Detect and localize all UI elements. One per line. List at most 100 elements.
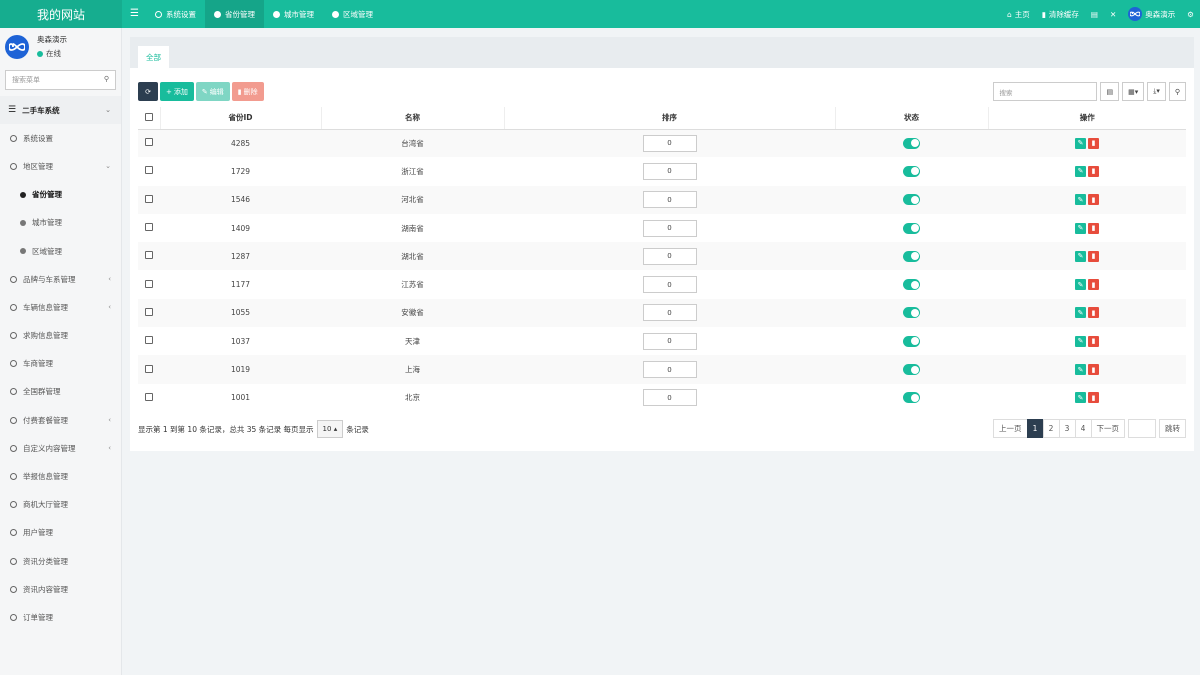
- delete-row-button[interactable]: ▮: [1088, 250, 1099, 262]
- page-button[interactable]: 3: [1058, 419, 1076, 438]
- table-search-input[interactable]: 搜索: [993, 82, 1098, 101]
- order-input[interactable]: 0: [642, 247, 697, 265]
- user-menu[interactable]: 奥森演示: [1128, 7, 1175, 21]
- columns-button[interactable]: ▦▾: [1122, 82, 1145, 101]
- delete-row-button[interactable]: ▮: [1088, 222, 1099, 234]
- sidebar-item-region[interactable]: 地区管理 ⌄: [0, 152, 121, 180]
- status-toggle[interactable]: [903, 279, 920, 291]
- edit-row-button[interactable]: ✎: [1075, 222, 1086, 234]
- toggle-view-button[interactable]: ▤: [1100, 82, 1120, 101]
- sidebar-item-business-hall[interactable]: 商机大厅管理: [0, 491, 121, 519]
- next-page-button[interactable]: 下一页: [1090, 419, 1125, 438]
- clear-cache-button[interactable]: ▮ 清除缓存: [1042, 9, 1079, 20]
- delete-button[interactable]: ▮ 删除: [231, 82, 264, 101]
- sidebar-item-city[interactable]: 城市管理: [0, 209, 121, 237]
- column-header[interactable]: 省份ID: [159, 107, 321, 130]
- row-checkbox[interactable]: [145, 251, 153, 260]
- status-toggle[interactable]: [903, 194, 920, 206]
- edit-row-button[interactable]: ✎: [1075, 194, 1086, 206]
- order-input[interactable]: 0: [642, 219, 697, 237]
- delete-row-button[interactable]: ▮: [1088, 165, 1099, 177]
- edit-row-button[interactable]: ✎: [1075, 279, 1086, 291]
- status-toggle[interactable]: [903, 250, 920, 262]
- page-button[interactable]: 4: [1074, 419, 1092, 438]
- sidebar-item-package[interactable]: 付费套餐管理 ‹: [0, 406, 121, 434]
- sidebar-item-district[interactable]: 区域管理: [0, 237, 121, 265]
- menu-search-input[interactable]: 搜索菜单 ⚲: [5, 70, 116, 90]
- page-button[interactable]: 1: [1026, 419, 1044, 438]
- home-link[interactable]: ⌂ 主页: [1007, 9, 1030, 20]
- edit-button[interactable]: ✎ 编辑: [195, 82, 230, 101]
- tab-province[interactable]: 省份管理: [205, 0, 264, 28]
- row-checkbox[interactable]: [145, 194, 153, 203]
- delete-row-button[interactable]: ▮: [1088, 279, 1099, 291]
- edit-row-button[interactable]: ✎: [1075, 165, 1086, 177]
- tab-system-settings[interactable]: 系统设置: [146, 0, 205, 28]
- order-input[interactable]: 0: [642, 389, 697, 407]
- fullscreen-button[interactable]: ✕: [1110, 10, 1116, 19]
- sidebar-item-province[interactable]: 省份管理: [0, 181, 121, 209]
- site-title[interactable]: 我的网站: [0, 0, 122, 28]
- tab-district[interactable]: 区域管理: [323, 0, 382, 28]
- delete-row-button[interactable]: ▮: [1088, 364, 1099, 376]
- sidebar-item-brand[interactable]: 品牌与车系管理 ‹: [0, 265, 121, 293]
- sidebar-item-system-settings[interactable]: 系统设置: [0, 124, 121, 152]
- jump-button[interactable]: 跳转: [1159, 419, 1186, 438]
- delete-row-button[interactable]: ▮: [1088, 137, 1099, 149]
- sidebar-item-orders[interactable]: 订单管理: [0, 603, 121, 631]
- row-checkbox[interactable]: [145, 166, 153, 175]
- search-icon[interactable]: ⚲: [104, 75, 109, 83]
- status-toggle[interactable]: [903, 222, 920, 234]
- column-header[interactable]: 名称: [320, 107, 504, 130]
- row-checkbox[interactable]: [145, 392, 153, 401]
- order-input[interactable]: 0: [642, 304, 697, 322]
- select-all-checkbox[interactable]: [144, 112, 153, 121]
- search-button[interactable]: ⚲: [1168, 82, 1186, 101]
- edit-row-button[interactable]: ✎: [1075, 250, 1086, 262]
- delete-row-button[interactable]: ▮: [1088, 194, 1099, 206]
- language-button[interactable]: ▤: [1091, 10, 1098, 19]
- sidebar-item-report[interactable]: 举报信息管理: [0, 462, 121, 490]
- row-checkbox[interactable]: [145, 336, 153, 345]
- delete-row-button[interactable]: ▮: [1088, 335, 1099, 347]
- order-input[interactable]: 0: [642, 276, 697, 294]
- export-button[interactable]: ⤓▾: [1147, 82, 1166, 101]
- status-toggle[interactable]: [903, 364, 920, 376]
- edit-row-button[interactable]: ✎: [1075, 137, 1086, 149]
- menu-toggle-icon[interactable]: ☰: [130, 8, 139, 19]
- status-toggle[interactable]: [903, 307, 920, 319]
- edit-row-button[interactable]: ✎: [1075, 307, 1086, 319]
- status-toggle[interactable]: [903, 165, 920, 177]
- sidebar-item-users[interactable]: 用户管理: [0, 519, 121, 547]
- delete-row-button[interactable]: ▮: [1088, 307, 1099, 319]
- page-button[interactable]: 2: [1042, 419, 1060, 438]
- order-input[interactable]: 0: [642, 162, 697, 180]
- sidebar-item-purchase[interactable]: 求购信息管理: [0, 322, 121, 350]
- column-header[interactable]: 状态: [834, 107, 988, 130]
- delete-row-button[interactable]: ▮: [1088, 392, 1099, 404]
- tab-all[interactable]: 全部: [138, 46, 169, 68]
- row-checkbox[interactable]: [145, 364, 153, 373]
- edit-row-button[interactable]: ✎: [1075, 392, 1086, 404]
- sidebar-header-used-car[interactable]: ☰ 二手车系统 ⌄: [0, 96, 121, 125]
- tab-city[interactable]: 城市管理: [264, 0, 323, 28]
- order-input[interactable]: 0: [642, 361, 697, 379]
- sidebar-item-dealer[interactable]: 车商管理: [0, 350, 121, 378]
- sidebar-item-vehicle[interactable]: 车辆信息管理 ‹: [0, 293, 121, 321]
- order-input[interactable]: 0: [642, 191, 697, 209]
- status-toggle[interactable]: [903, 392, 920, 404]
- status-toggle[interactable]: [903, 335, 920, 347]
- sidebar-item-news-content[interactable]: 资讯内容管理: [0, 575, 121, 603]
- page-size-select[interactable]: 10 ▴: [316, 420, 344, 438]
- jump-page-input[interactable]: [1128, 419, 1156, 438]
- row-checkbox[interactable]: [145, 138, 153, 147]
- edit-row-button[interactable]: ✎: [1075, 364, 1086, 376]
- add-button[interactable]: + 添加: [160, 82, 194, 101]
- prev-page-button[interactable]: 上一页: [993, 419, 1028, 438]
- settings-button[interactable]: ⚙: [1187, 10, 1194, 19]
- column-header[interactable]: 排序: [503, 107, 835, 130]
- row-checkbox[interactable]: [145, 223, 153, 232]
- order-input[interactable]: 0: [642, 134, 697, 152]
- order-input[interactable]: 0: [642, 332, 697, 350]
- status-toggle[interactable]: [903, 137, 920, 149]
